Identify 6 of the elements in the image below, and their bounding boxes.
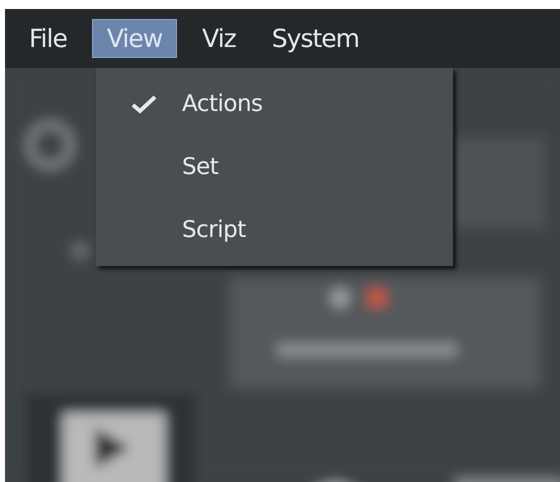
menu-bar-item[interactable]: Viz [191,19,247,58]
menu-item[interactable]: Script [96,198,453,261]
menu-item[interactable]: Actions [96,72,453,135]
menu-item[interactable]: Set [96,135,453,198]
menu-bar-item[interactable]: System [260,19,370,58]
menu-bar-item[interactable]: File [18,19,78,58]
